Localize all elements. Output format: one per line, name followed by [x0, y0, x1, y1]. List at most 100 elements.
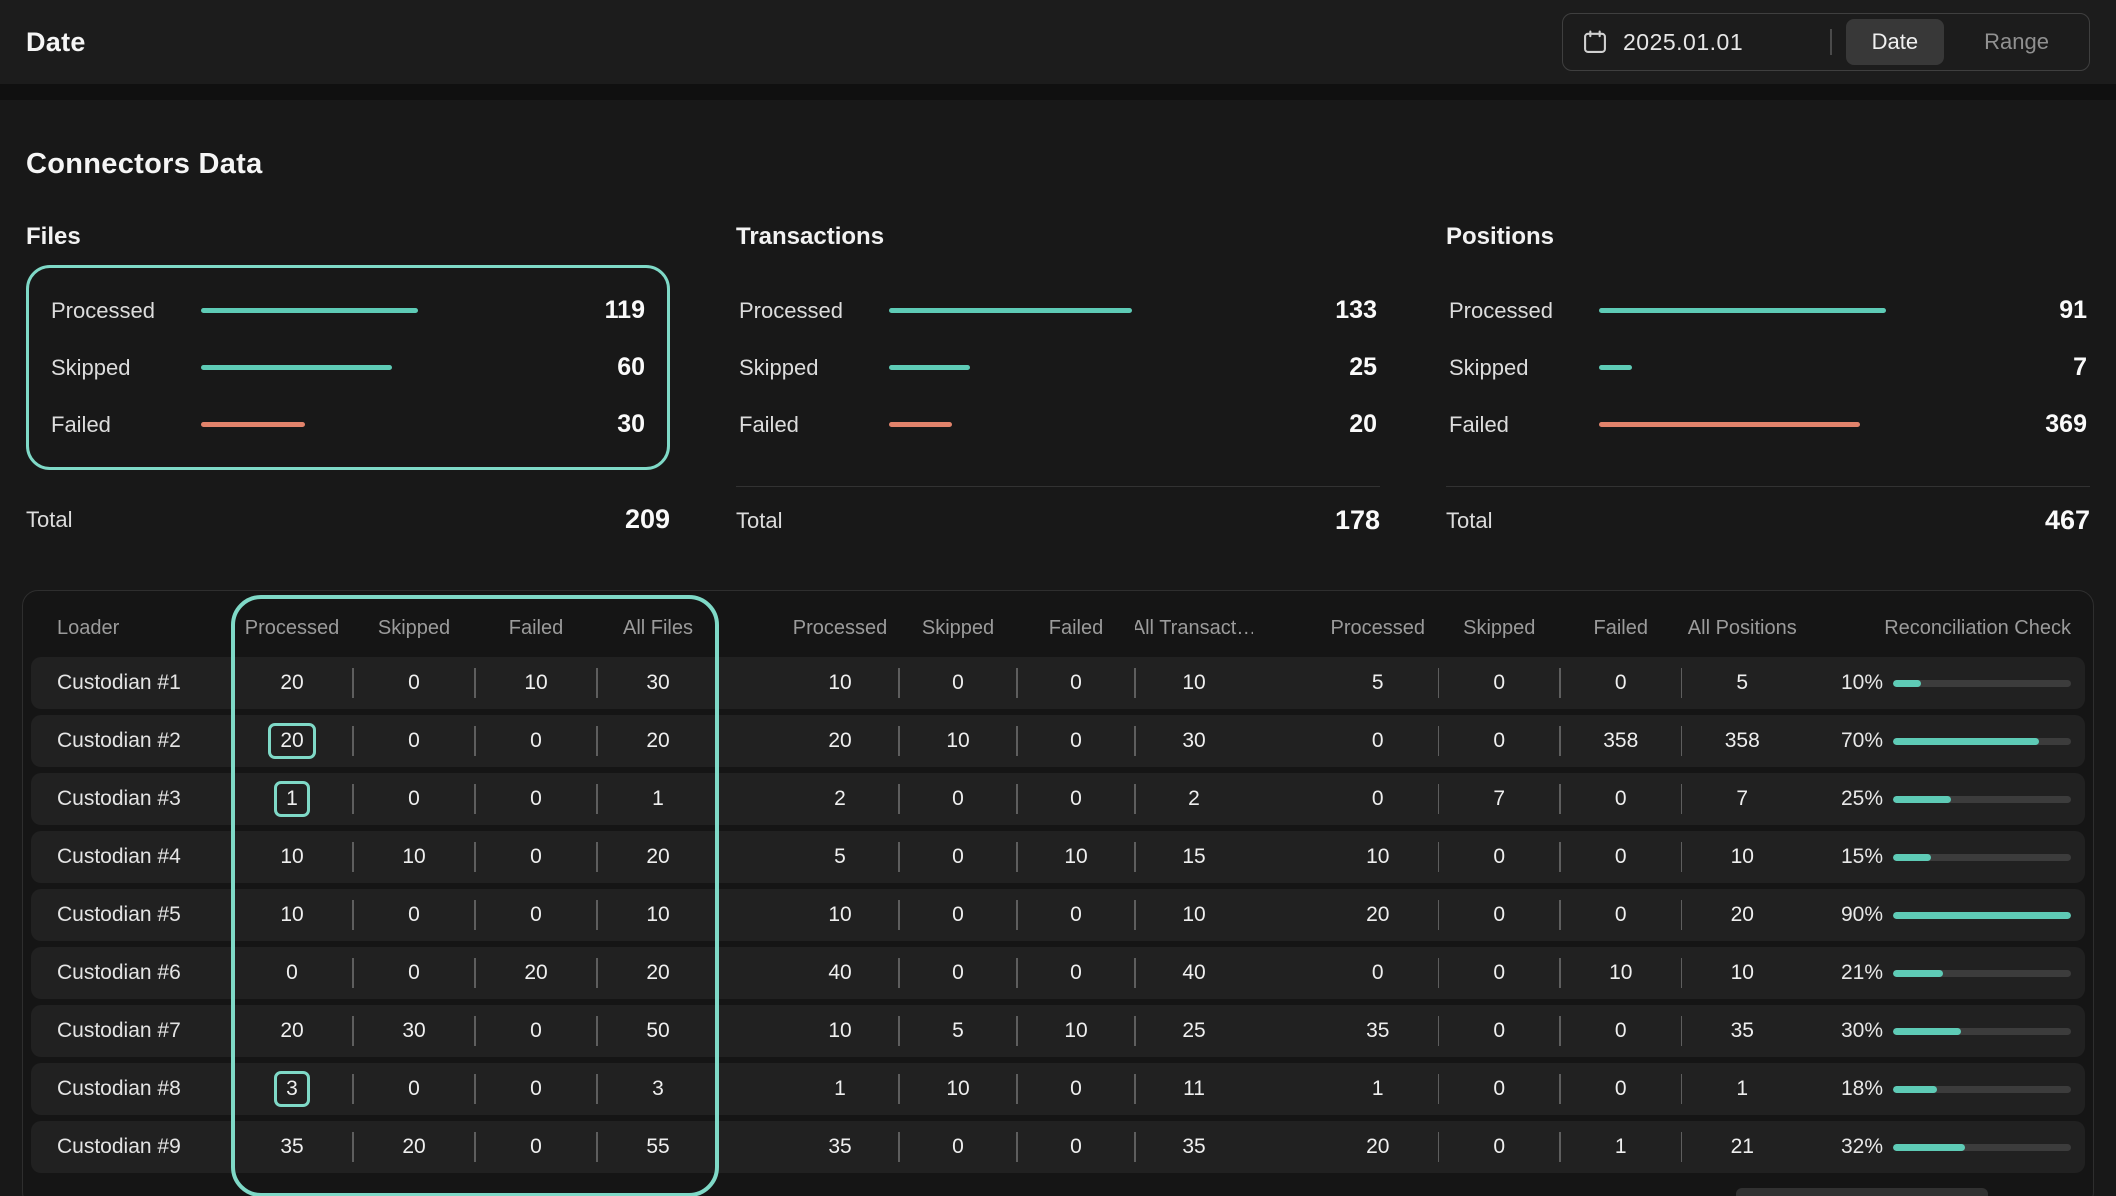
reconciliation-bar [1893, 854, 2071, 861]
cell-positions-0: 0 [1317, 947, 1439, 999]
column-header-files-failed: Failed [475, 599, 597, 657]
total-row: Total 467 [1446, 486, 2090, 536]
reconciliation-bar-fill [1893, 970, 1943, 977]
cell-positions-0: 0 [1317, 773, 1439, 825]
horizontal-scrollbar-thumb[interactable] [1736, 1188, 1988, 1196]
cell-files-0: 20 [231, 1005, 353, 1057]
positions-cell-group: 200121 [1317, 1121, 1803, 1173]
range-mode-button[interactable]: Range [1958, 19, 2075, 65]
column-header-positions-skipped: Skipped [1439, 599, 1561, 657]
rows-box: Processed 91 Skipped 7 Failed 369 [1446, 265, 2090, 470]
positions-header-group: Processed Skipped Failed All Positions [1317, 599, 1803, 657]
cell-positions-0: 20 [1317, 889, 1439, 941]
processed-bar [201, 308, 418, 313]
reconciliation-bar [1893, 912, 2071, 919]
cell-files-1: 30 [353, 1005, 475, 1057]
summary-row: Processed 133 [739, 282, 1377, 339]
reconciliation-cell: 70% [1803, 715, 2085, 767]
reconciliation-bar [1893, 970, 2071, 977]
cell-transactions-1: 10 [899, 1063, 1017, 1115]
reconciliation-percent: 25% [1841, 787, 1883, 811]
cell-files-1: 0 [353, 715, 475, 767]
cell-files-1: 0 [353, 773, 475, 825]
reconciliation-percent: 70% [1841, 729, 1883, 753]
skipped-bar [201, 365, 392, 370]
transactions-cell-group: 100010 [781, 889, 1253, 941]
column-header-positions-processed: Processed [1317, 599, 1439, 657]
table-row[interactable]: Custodian #72030050105102535003530% [31, 1005, 2085, 1057]
cell-positions-0: 35 [1317, 1005, 1439, 1057]
total-row: Total 178 [736, 486, 1380, 536]
column-header-all-files: All Files [597, 599, 719, 657]
column-header-all-transactions: All Transact… [1135, 599, 1253, 657]
summary-row: Processed 91 [1449, 282, 2087, 339]
transactions-cell-group: 350035 [781, 1121, 1253, 1173]
cell-positions-0: 20 [1317, 1121, 1439, 1173]
column-header-files-processed: Processed [231, 599, 353, 657]
reconciliation-bar-fill [1893, 796, 1951, 803]
summary-row-label: Skipped [739, 355, 889, 381]
table-row[interactable]: Custodian #9352005535003520012132% [31, 1121, 2085, 1173]
reconciliation-percent: 21% [1841, 961, 1883, 985]
cell-positions-2: 0 [1560, 1063, 1682, 1115]
cell-transactions-1: 0 [899, 773, 1017, 825]
files-summary-card: Files Processed 119 Skipped 60 Failed 30 [26, 223, 670, 536]
table-row[interactable]: Custodian #83003110011100118% [31, 1063, 2085, 1115]
date-value[interactable]: 2025.01.01 [1623, 29, 1743, 56]
column-header-transactions-processed: Processed [781, 599, 899, 657]
transactions-cell-group: 400040 [781, 947, 1253, 999]
reconciliation-bar-fill [1893, 738, 2039, 745]
reconciliation-cell: 25% [1803, 773, 2085, 825]
files-cell-group: 1001 [231, 773, 719, 825]
cell-files-0: 10 [231, 889, 353, 941]
cell-files-3: 20 [597, 947, 719, 999]
cell-transactions-3: 35 [1135, 1121, 1253, 1173]
reconciliation-percent: 10% [1841, 671, 1883, 695]
summary-row: Skipped 60 [51, 339, 645, 396]
column-header-positions-failed: Failed [1560, 599, 1682, 657]
cell-files-3: 1 [597, 773, 719, 825]
column-header-all-positions: All Positions [1682, 599, 1804, 657]
reconciliation-cell: 10% [1803, 657, 2085, 709]
summary-row-value: 119 [559, 296, 645, 325]
table-row[interactable]: Custodian #220002020100300035835870% [31, 715, 2085, 767]
table-row[interactable]: Custodian #600202040004000101021% [31, 947, 2085, 999]
cell-positions-1: 0 [1439, 947, 1561, 999]
positions-cell-group: 00358358 [1317, 715, 1803, 767]
cell-positions-0: 5 [1317, 657, 1439, 709]
table-row[interactable]: Custodian #310012002070725% [31, 773, 2085, 825]
files-cell-group: 100010 [231, 889, 719, 941]
cell-positions-3: 20 [1682, 889, 1804, 941]
cell-positions-2: 0 [1560, 773, 1682, 825]
cell-positions-1: 0 [1439, 831, 1561, 883]
date-mode-button[interactable]: Date [1846, 19, 1944, 65]
topbar-separator [0, 84, 2116, 100]
reconciliation-percent: 90% [1841, 903, 1883, 927]
summary-row-label: Skipped [51, 355, 201, 381]
cell-positions-3: 10 [1682, 947, 1804, 999]
cell-positions-2: 0 [1560, 1005, 1682, 1057]
summary-row-value: 60 [559, 353, 645, 382]
cell-positions-1: 0 [1439, 657, 1561, 709]
cell-transactions-0: 5 [781, 831, 899, 883]
table-row[interactable]: Custodian #510001010001020002090% [31, 889, 2085, 941]
cell-transactions-2: 0 [1017, 947, 1135, 999]
calendar-icon [1581, 28, 1609, 56]
reconciliation-cell: 30% [1803, 1005, 2085, 1057]
files-cell-group: 002020 [231, 947, 719, 999]
table-row[interactable]: Custodian #12001030100010500510% [31, 657, 2085, 709]
cell-positions-3: 1 [1682, 1063, 1804, 1115]
summary-row: Failed 30 [51, 396, 645, 453]
transactions-summary-card: Transactions Processed 133 Skipped 25 Fa… [736, 223, 1380, 536]
positions-cell-group: 5005 [1317, 657, 1803, 709]
cell-transactions-1: 10 [899, 715, 1017, 767]
cell-positions-3: 7 [1682, 773, 1804, 825]
cell-transactions-0: 1 [781, 1063, 899, 1115]
cell-transactions-0: 20 [781, 715, 899, 767]
files-cell-group: 2001030 [231, 657, 719, 709]
positions-summary-card: Positions Processed 91 Skipped 7 Failed … [1446, 223, 2090, 536]
loader-name: Custodian #6 [31, 961, 231, 985]
date-picker[interactable]: 2025.01.01 Date Range [1562, 13, 2090, 71]
table-row[interactable]: Custodian #4101002050101510001015% [31, 831, 2085, 883]
transactions-cell-group: 2002 [781, 773, 1253, 825]
